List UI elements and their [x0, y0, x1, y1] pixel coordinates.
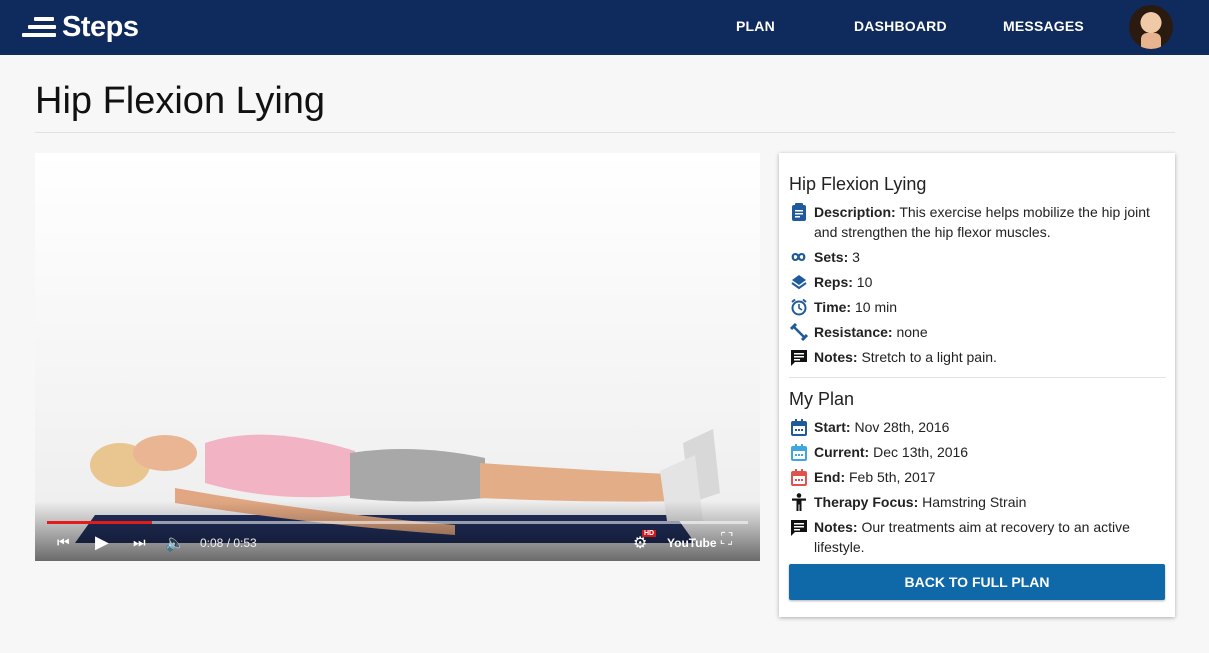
therapy-focus-value: Hamstring Strain — [922, 494, 1027, 510]
start-row: Start: Nov 28th, 2016 — [789, 417, 1159, 437]
infinity-icon — [789, 247, 809, 267]
resistance-label: Resistance: — [814, 324, 893, 340]
end-label: End: — [814, 469, 846, 485]
my-plan-title: My Plan — [789, 389, 855, 409]
card-divider — [789, 377, 1166, 378]
current-value: Dec 13th, 2016 — [873, 444, 969, 460]
current-label: Current: — [814, 444, 870, 460]
calendar-end-icon — [789, 467, 809, 487]
fullscreen-icon[interactable]: ⛶ — [721, 531, 732, 549]
start-label: Start: — [814, 419, 851, 435]
time-value: 10 min — [854, 299, 898, 315]
youtube-logo[interactable]: YouTube — [667, 536, 717, 550]
resistance-row: Resistance: none — [789, 322, 1159, 342]
video-progress-fill — [47, 521, 153, 524]
back-to-full-plan-button[interactable]: BACK TO FULL PLAN — [789, 564, 1165, 600]
time-row: Time: 10 min — [789, 297, 1159, 317]
skip-previous-icon[interactable]: ⏮ — [57, 534, 70, 551]
nav-dashboard[interactable]: DASHBOARD — [854, 18, 947, 34]
skip-next-icon[interactable]: ⏭ — [133, 534, 146, 551]
top-navbar: Steps PLAN DASHBOARD MESSAGES — [0, 0, 1209, 55]
end-row: End: Feb 5th, 2017 — [789, 467, 1159, 487]
plan-notes-row: Notes: Our treatments aim at recovery to… — [789, 517, 1159, 557]
resistance-value: none — [896, 324, 928, 340]
plan-notes-value: Our treatments aim at recovery to an act… — [814, 519, 1130, 555]
description-label: Description: — [814, 204, 896, 220]
calendar-start-icon — [789, 417, 809, 437]
exercise-card-title: Hip Flexion Lying — [789, 174, 927, 194]
nav-plan[interactable]: PLAN — [736, 18, 775, 34]
person-icon — [789, 492, 809, 512]
volume-icon[interactable]: 🔈 — [165, 533, 185, 553]
exercise-notes-value: Stretch to a light pain. — [861, 349, 997, 365]
video-progress-bar[interactable] — [47, 521, 748, 524]
steps-logo[interactable]: Steps — [22, 10, 139, 44]
brand-name: Steps — [62, 10, 139, 43]
plan-notes-icon — [789, 517, 809, 537]
exercise-video-frame — [75, 429, 720, 543]
video-time: 0:08 / 0:53 — [200, 536, 257, 550]
reps-label: Reps: — [814, 274, 853, 290]
sets-row: Sets: 3 — [789, 247, 1159, 267]
start-value: Nov 28th, 2016 — [854, 419, 950, 435]
reps-row: Reps: 10 — [789, 272, 1159, 292]
exercise-notes-label: Notes: — [814, 349, 858, 365]
time-label: Time: — [814, 299, 852, 315]
user-avatar[interactable] — [1129, 5, 1173, 49]
alarm-clock-icon — [789, 297, 809, 317]
sets-label: Sets: — [814, 249, 849, 265]
title-divider — [35, 132, 1175, 133]
end-value: Feb 5th, 2017 — [849, 469, 936, 485]
layers-icon — [789, 272, 809, 292]
current-row: Current: Dec 13th, 2016 — [789, 442, 1159, 462]
plan-notes-label: Notes: — [814, 519, 858, 535]
dumbbell-icon — [789, 322, 809, 342]
reps-value: 10 — [856, 274, 873, 290]
sets-value: 3 — [852, 249, 860, 265]
notes-icon — [789, 347, 809, 367]
video-player[interactable]: ⏮ ▶ ⏭ 🔈 0:08 / 0:53 ⚙ HD YouTube ⛶ — [35, 153, 760, 561]
calendar-current-icon — [789, 442, 809, 462]
nav-messages[interactable]: MESSAGES — [1003, 18, 1084, 34]
therapy-focus-label: Therapy Focus: — [814, 494, 919, 510]
exercise-details-card: Hip Flexion Lying Description: This exer… — [779, 153, 1175, 617]
page-title: Hip Flexion Lying — [35, 80, 326, 122]
steps-logo-icon — [22, 15, 56, 39]
description-row: Description: This exercise helps mobiliz… — [789, 202, 1159, 242]
therapy-focus-row: Therapy Focus: Hamstring Strain — [789, 492, 1159, 512]
clipboard-icon — [789, 202, 809, 222]
hd-badge: HD — [642, 530, 657, 537]
play-icon[interactable]: ▶ — [95, 532, 109, 553]
exercise-notes-row: Notes: Stretch to a light pain. — [789, 347, 1159, 367]
